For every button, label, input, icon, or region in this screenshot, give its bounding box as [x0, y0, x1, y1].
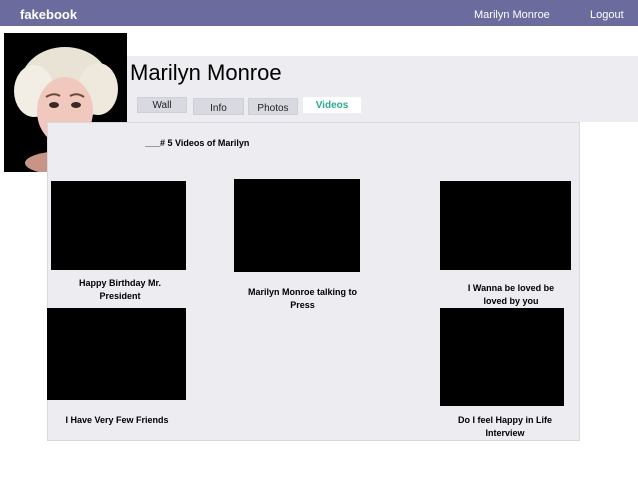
user-profile-link[interactable]: Marilyn Monroe — [474, 9, 550, 21]
video-caption-3[interactable]: I Wanna be loved be loved by you — [455, 282, 567, 308]
tab-wall[interactable]: Wall — [137, 97, 187, 113]
video-thumbnail-4[interactable] — [47, 308, 186, 400]
video-thumbnail-3[interactable] — [440, 181, 571, 270]
video-caption-4[interactable]: I Have Very Few Friends — [52, 414, 182, 427]
top-nav-bar: fakebook Marilyn Monroe Logout — [0, 0, 638, 26]
tab-videos[interactable]: Videos — [303, 97, 361, 113]
videos-section-title: ___# 5 Videos of Marilyn — [145, 138, 250, 148]
tab-photos[interactable]: Photos — [248, 98, 298, 115]
tab-info[interactable]: Info — [193, 98, 244, 115]
profile-name: Marilyn Monroe — [130, 60, 282, 85]
video-thumbnail-2[interactable] — [234, 179, 360, 272]
video-thumbnail-5[interactable] — [440, 308, 564, 406]
video-thumbnail-1[interactable] — [51, 181, 186, 270]
video-caption-2[interactable]: Marilyn Monroe talking to Press — [245, 286, 360, 312]
logout-link[interactable]: Logout — [590, 9, 624, 21]
video-caption-5[interactable]: Do I feel Happy in Life Interview — [447, 414, 563, 440]
video-caption-1[interactable]: Happy Birthday Mr. President — [60, 277, 180, 303]
brand-logo[interactable]: fakebook — [20, 7, 77, 22]
